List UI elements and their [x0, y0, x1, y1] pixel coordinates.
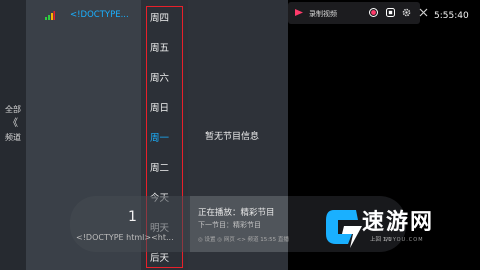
day-item[interactable]: 周二 — [141, 160, 178, 174]
signal-bars-icon — [45, 11, 55, 20]
channel-name: <!DOCTYPE html><ht... — [76, 233, 174, 242]
day-item[interactable]: 后天 — [141, 250, 178, 264]
watermark-text: 速游网 — [362, 210, 435, 235]
day-item[interactable]: 周六 — [141, 70, 178, 84]
watermark-logo-icon — [326, 210, 362, 248]
double-chevron-left-icon: 《 — [8, 118, 18, 129]
close-icon[interactable] — [419, 8, 428, 17]
record-button-icon[interactable] — [369, 8, 378, 17]
left-rail[interactable]: 全部 《 频道 — [0, 0, 26, 270]
record-camera-icon — [295, 9, 303, 16]
day-item[interactable]: 周五 — [141, 40, 178, 54]
rail-label-bottom: 频道 — [5, 133, 21, 142]
key-hints: ◎ 设置 ◎ 网页 <> 频道 15:55 直播 — [198, 237, 289, 243]
stop-button-icon[interactable] — [386, 8, 395, 17]
gear-icon[interactable] — [402, 8, 411, 17]
rail-label-top: 全部 — [5, 105, 21, 114]
day-item[interactable]: 周四 — [141, 10, 178, 24]
recording-toolbar — [288, 2, 420, 24]
clock: 5:55:40 — [434, 11, 469, 21]
channel-item-label[interactable]: <!DOCTYPE... — [70, 10, 129, 20]
all-channels-toggle[interactable]: 全部 《 频道 — [0, 104, 26, 143]
day-item[interactable]: 周日 — [141, 100, 178, 114]
recording-title: 录制视频 — [309, 10, 337, 18]
next-program: 下一节目：精彩节目 — [198, 221, 261, 229]
day-item[interactable]: 周一 — [141, 130, 178, 144]
channel-number: 1 — [128, 209, 137, 225]
watermark-subtext: SUYOU.COM — [384, 237, 424, 243]
empty-program-message: 暂无节目信息 — [205, 132, 260, 142]
now-playing: 正在播放：精彩节目 — [198, 208, 275, 218]
